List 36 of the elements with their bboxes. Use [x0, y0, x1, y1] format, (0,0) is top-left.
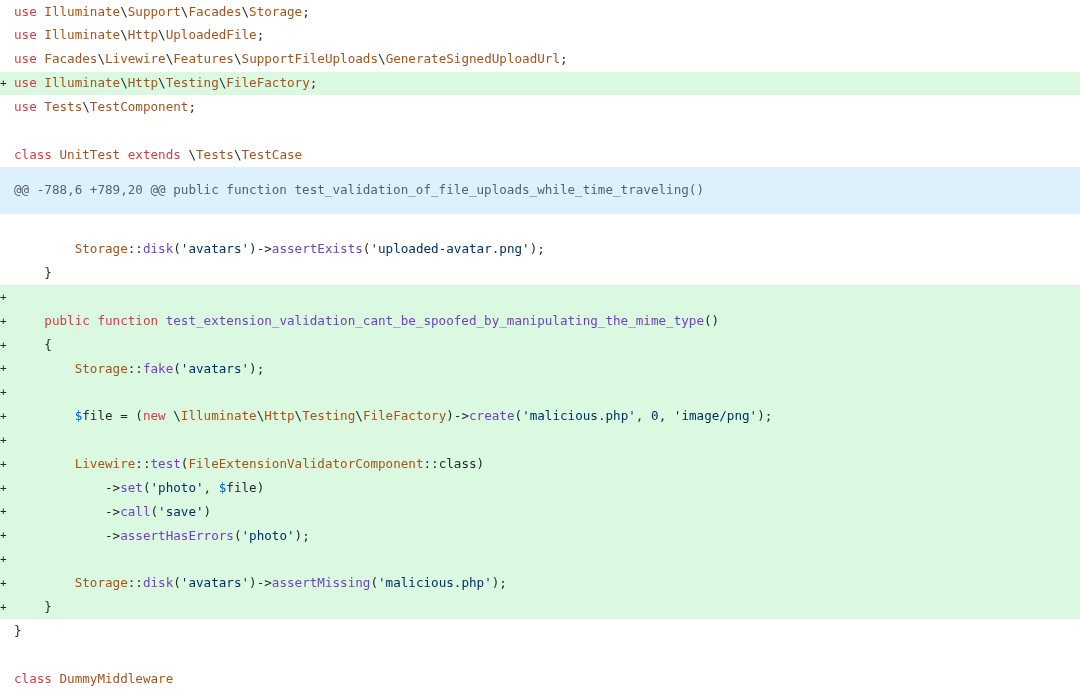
code-line: use Illuminate\Http\UploadedFile;	[14, 29, 265, 43]
code-line: public function test_extension_validation_cant_be_spoofed_by_manipulating_the_mime_type()	[43, 314, 720, 328]
code-line: }	[43, 601, 52, 614]
added-marker: +	[0, 363, 7, 375]
hunk-header: @@ -788,6 +789,20 @@ public function test_validation_of_file_uploads_while_time_traveling()	[14, 184, 704, 197]
code-line: Livewire::test(FileExtensionValidatorComponent::class)	[73, 457, 485, 471]
code-line: use Facades\Livewire\Features\SupportFileUploads\GenerateSignedUploadUrl;	[14, 53, 568, 66]
added-marker: +	[0, 411, 7, 423]
added-marker: +	[0, 554, 7, 566]
code-line: use Illuminate\Support\Facades\Storage;	[14, 5, 310, 19]
code-line: Storage::disk('avatars')->assertExists('uploaded-avatar.png');	[73, 243, 545, 256]
code-line: ->assertHasErrors('photo');	[104, 529, 310, 543]
code-line: use Tests\TestComponent;	[14, 101, 196, 114]
code-line: use Illuminate\Http\Testing\FileFactory;	[14, 77, 318, 90]
added-marker: +	[0, 291, 7, 303]
added-marker: +	[0, 77, 7, 89]
added-marker: +	[0, 578, 7, 589]
code-line: $file = (new \Illuminate\Http\Testing\FileFactory)->create('malicious.php', 0, 'image/png');	[73, 410, 773, 423]
code-line: ->set('photo', $file)	[104, 481, 265, 495]
code-line: Storage::disk('avatars')->assertMissing('malicious.php');	[73, 577, 507, 590]
added-marker: +	[0, 530, 7, 542]
code-line: Storage::fake('avatars');	[73, 362, 265, 376]
added-marker: +	[0, 482, 7, 494]
added-marker: +	[0, 458, 7, 470]
added-marker: +	[0, 315, 7, 327]
added-marker: +	[0, 339, 7, 351]
added-marker: +	[0, 387, 7, 399]
added-marker: +	[0, 601, 7, 613]
code-line: ->call('save')	[104, 505, 212, 519]
added-marker: +	[0, 434, 7, 446]
added-marker: +	[0, 506, 7, 518]
code-line: class UnitTest extends \Tests\TestCase	[14, 148, 303, 162]
code-line: }	[14, 624, 22, 638]
code-line: class DummyMiddleware	[14, 672, 174, 686]
code-line: }	[43, 267, 52, 280]
code-line: {	[43, 338, 52, 352]
